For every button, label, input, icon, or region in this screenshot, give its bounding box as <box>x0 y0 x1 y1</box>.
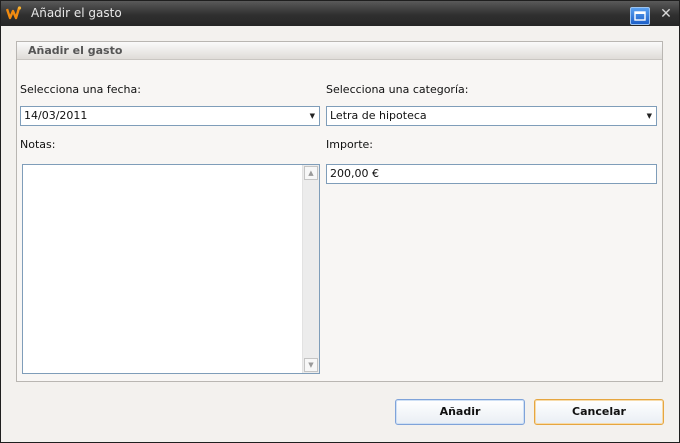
date-picker[interactable]: 14/03/2011 ▼ <box>20 106 320 126</box>
app-logo-icon <box>6 6 22 20</box>
category-select[interactable]: Letra de hipoteca ▼ <box>326 106 657 126</box>
restore-window-icon <box>634 11 646 21</box>
amount-value: 200,00 € <box>330 167 379 180</box>
notes-scrollbar[interactable]: ▲ ▼ <box>302 165 319 373</box>
category-label: Selecciona una categoría: <box>326 83 469 96</box>
notes-label: Notas: <box>20 138 56 151</box>
date-value: 14/03/2011 <box>24 109 88 122</box>
window-title: Añadir el gasto <box>31 6 122 20</box>
notes-textarea[interactable]: ▲ ▼ <box>22 164 320 374</box>
chevron-down-icon[interactable]: ▼ <box>647 107 652 125</box>
scroll-up-arrow-icon[interactable]: ▲ <box>304 166 318 180</box>
close-button[interactable]: ✕ <box>657 5 675 23</box>
title-bar[interactable]: Añadir el gasto ✕ <box>1 1 679 26</box>
scroll-down-arrow-icon[interactable]: ▼ <box>304 358 318 372</box>
group-title: Añadir el gasto <box>28 44 123 57</box>
group-header: Añadir el gasto <box>17 42 662 60</box>
category-value: Letra de hipoteca <box>330 109 427 122</box>
dialog-window: Añadir el gasto ✕ Añadir el gasto Selecc… <box>0 0 680 443</box>
amount-input[interactable]: 200,00 € <box>326 164 657 184</box>
amount-label: Importe: <box>326 138 373 151</box>
date-label: Selecciona una fecha: <box>20 83 141 96</box>
cancel-button[interactable]: Cancelar <box>534 399 664 425</box>
close-icon: ✕ <box>660 6 672 22</box>
add-button[interactable]: Añadir <box>395 399 525 425</box>
restore-button[interactable] <box>630 7 650 25</box>
chevron-down-icon[interactable]: ▼ <box>310 107 315 125</box>
